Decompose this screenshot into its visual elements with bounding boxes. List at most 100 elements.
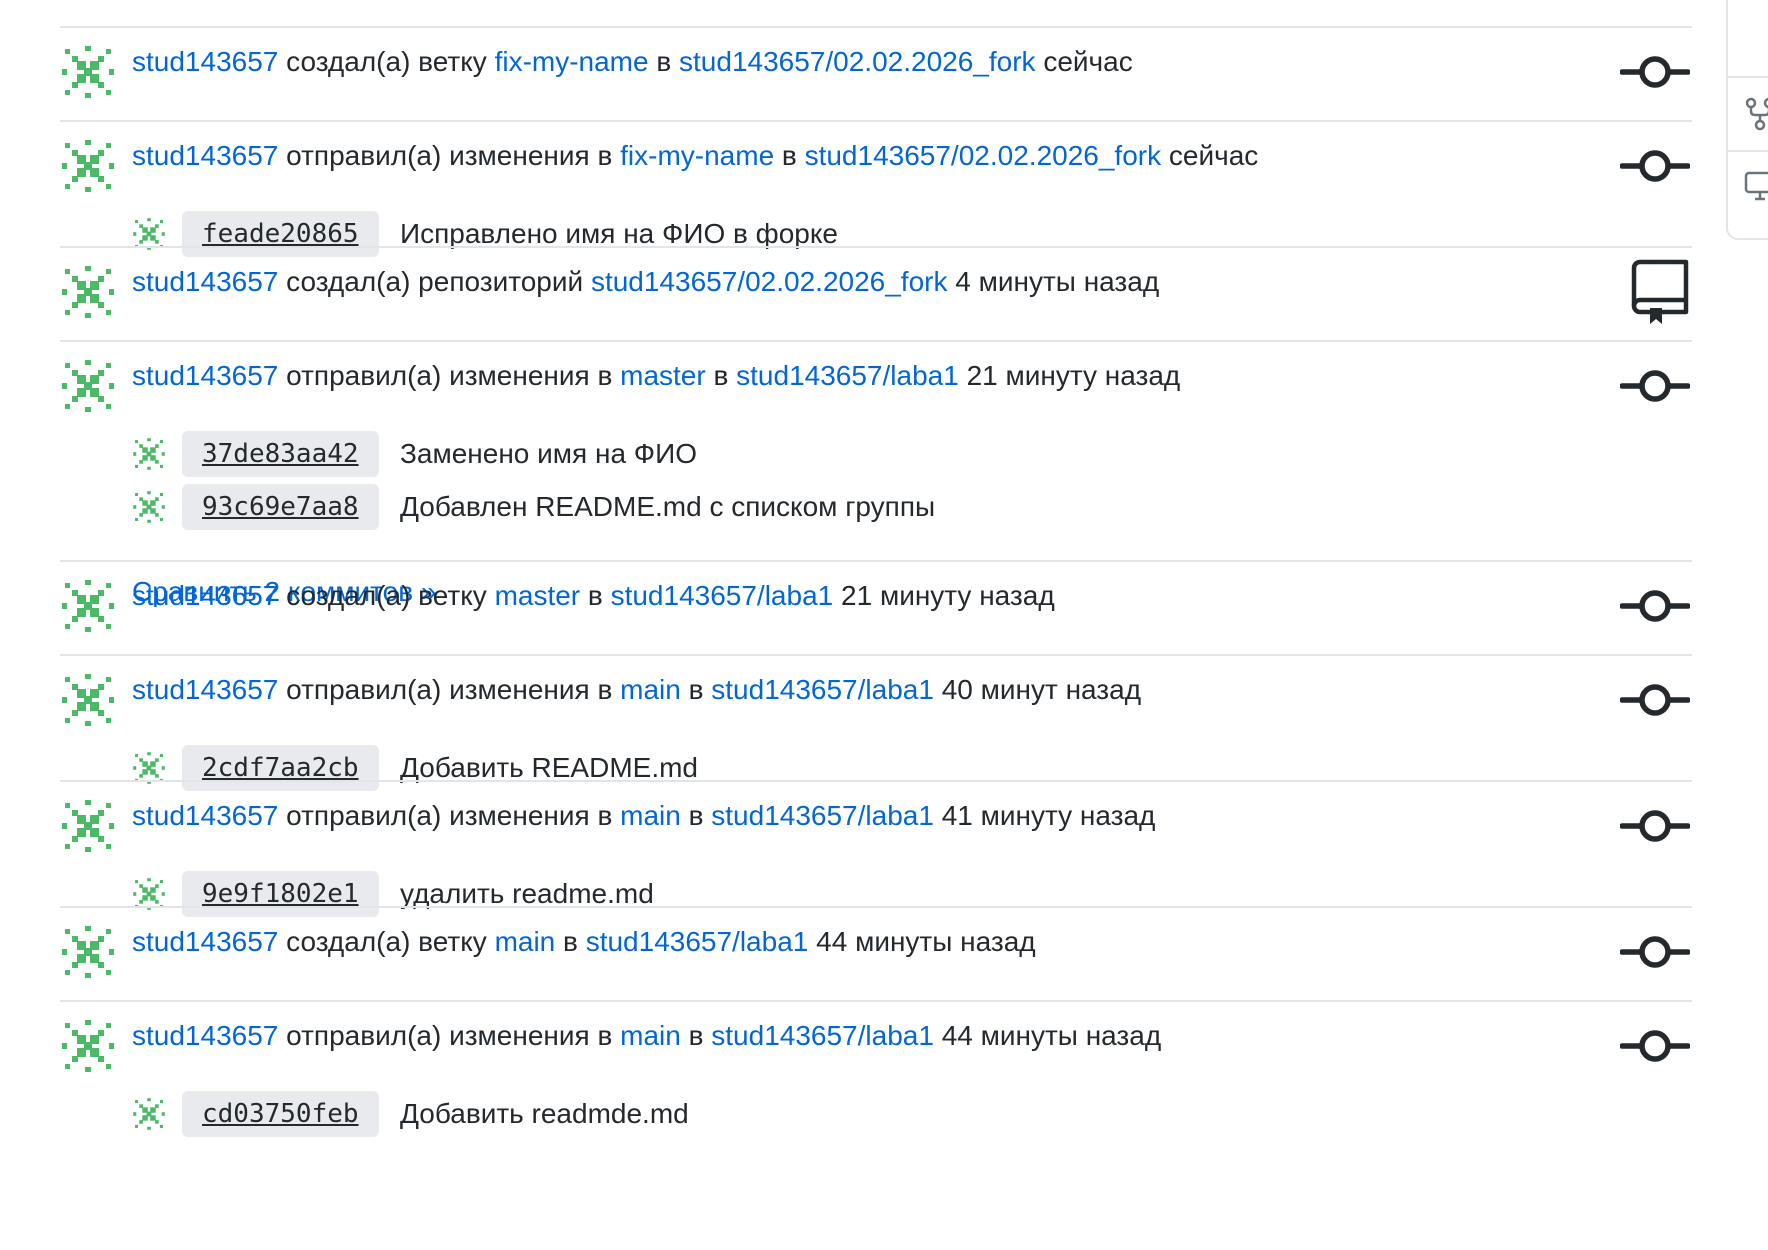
git-commit-icon <box>1620 1011 1690 1081</box>
user-link[interactable]: stud143657 <box>132 580 278 611</box>
user-avatar-icon[interactable] <box>60 264 116 320</box>
commit-message: Добавлен README.md с списком группы <box>400 491 936 522</box>
event-action: отправил(а) изменения в <box>286 360 613 391</box>
repo-link[interactable]: stud143657/02.02.2026_fork <box>679 46 1036 77</box>
event-action: создал(а) ветку <box>286 46 487 77</box>
event-action: отправил(а) изменения в <box>286 800 613 831</box>
event-action: отправил(а) изменения в <box>286 674 613 705</box>
connector-text: в <box>713 360 729 391</box>
commit-message: Заменено имя на ФИО <box>400 438 697 469</box>
user-avatar-icon[interactable] <box>60 44 116 100</box>
event-action: отправил(а) изменения в <box>286 1020 613 1051</box>
separator <box>60 1000 1692 1002</box>
repo-link[interactable]: stud143657/laba1 <box>586 926 809 957</box>
event-headline: stud143657 отправил(а) изменения в maste… <box>132 354 1180 398</box>
user-avatar-icon[interactable] <box>60 798 116 854</box>
git-commit-icon <box>1620 665 1690 735</box>
event-time: 40 минут назад <box>941 674 1142 705</box>
branch-link[interactable]: master <box>620 360 706 391</box>
user-avatar-icon[interactable] <box>60 138 116 194</box>
commit-sha-link[interactable]: 2cdf7aa2cb <box>182 745 379 791</box>
git-commit-icon <box>1620 571 1690 641</box>
connector-text: в <box>688 800 704 831</box>
event-headline: stud143657 создал(а) ветку fix-my-name в… <box>132 40 1133 84</box>
event-time: 4 минуты назад <box>955 266 1160 297</box>
commit-author-avatar-icon[interactable] <box>132 1097 166 1131</box>
branch-link[interactable]: fix-my-name <box>620 140 774 171</box>
event-time: 44 минуты назад <box>816 926 1036 957</box>
branch-link[interactable]: main <box>620 800 681 831</box>
event-action: создал(а) ветку <box>286 580 487 611</box>
event-time: сейчас <box>1168 140 1259 171</box>
separator <box>60 26 1692 28</box>
panel-divider <box>1728 150 1768 152</box>
commit-sha-link[interactable]: 37de83aa42 <box>182 431 379 477</box>
user-avatar-icon[interactable] <box>60 358 116 414</box>
event-action: отправил(а) изменения в <box>286 140 613 171</box>
repo-link[interactable]: stud143657/laba1 <box>611 580 834 611</box>
connector-text: в <box>688 674 704 705</box>
branch-link[interactable]: main <box>495 926 556 957</box>
repo-link[interactable]: stud143657/laba1 <box>736 360 959 391</box>
user-link[interactable]: stud143657 <box>132 674 278 705</box>
branch-link[interactable]: main <box>620 1020 681 1051</box>
commit-sha-link[interactable]: 9e9f1802e1 <box>182 871 379 917</box>
connector-text: в <box>688 1020 704 1051</box>
branch-link[interactable]: fix-my-name <box>495 46 649 77</box>
repo-icon <box>1631 259 1689 324</box>
repo-link[interactable]: stud143657/laba1 <box>711 1020 934 1051</box>
separator <box>60 560 1692 562</box>
git-commit-icon <box>1620 131 1690 201</box>
event-headline: stud143657 создал(а) ветку master в stud… <box>132 574 1055 618</box>
user-link[interactable]: stud143657 <box>132 140 278 171</box>
git-commit-icon <box>1620 37 1690 107</box>
git-commit-icon <box>1620 351 1690 421</box>
event-headline: stud143657 создал(а) ветку main в stud14… <box>132 920 1036 964</box>
separator <box>60 340 1692 342</box>
user-link[interactable]: stud143657 <box>132 266 278 297</box>
event-time: 44 минуты назад <box>941 1020 1162 1051</box>
panel-divider <box>1728 76 1768 78</box>
git-commit-icon <box>1620 791 1690 861</box>
separator <box>60 780 1692 782</box>
repo-link[interactable]: stud143657/laba1 <box>711 800 934 831</box>
commit-sha-link[interactable]: cd03750feb <box>182 1091 379 1137</box>
connector-text: в <box>656 46 672 77</box>
user-link[interactable]: stud143657 <box>132 1020 278 1051</box>
separator <box>60 906 1692 908</box>
connector-text: в <box>587 580 603 611</box>
event-headline: stud143657 создал(а) репозиторий stud143… <box>132 260 1159 304</box>
branch-link[interactable]: master <box>495 580 581 611</box>
commit-message: Добавить README.md <box>400 752 698 783</box>
commit-author-avatar-icon[interactable] <box>132 437 166 471</box>
commit-message: удалить readme.md <box>400 878 654 909</box>
activity-feed: stud143657 создал(а) ветку fix-my-name в… <box>0 0 1768 1250</box>
repo-link[interactable]: stud143657/02.02.2026_fork <box>591 266 948 297</box>
commit-author-avatar-icon[interactable] <box>132 490 166 524</box>
event-headline: stud143657 отправил(а) изменения в fix-m… <box>132 134 1258 178</box>
fork-icon[interactable] <box>1742 96 1768 132</box>
user-link[interactable]: stud143657 <box>132 360 278 391</box>
repo-link[interactable]: stud143657/laba1 <box>711 674 934 705</box>
event-headline: stud143657 отправил(а) изменения в main … <box>132 794 1155 838</box>
user-link[interactable]: stud143657 <box>132 800 278 831</box>
connector-text: в <box>781 140 797 171</box>
event-action: создал(а) ветку <box>286 926 487 957</box>
event-time: 41 минуту назад <box>941 800 1156 831</box>
user-avatar-icon[interactable] <box>60 672 116 728</box>
commit-message: Исправлено имя на ФИО в форке <box>400 218 838 249</box>
separator <box>60 120 1692 122</box>
desktop-icon[interactable] <box>1742 168 1768 204</box>
separator <box>60 246 1692 248</box>
repo-link[interactable]: stud143657/02.02.2026_fork <box>805 140 1162 171</box>
user-avatar-icon[interactable] <box>60 1018 116 1074</box>
user-link[interactable]: stud143657 <box>132 46 278 77</box>
branch-link[interactable]: main <box>620 674 681 705</box>
commit-sha-link[interactable]: feade20865 <box>182 211 379 257</box>
event-time: 21 минуту назад <box>966 360 1181 391</box>
event-action: создал(а) репозиторий <box>286 266 584 297</box>
user-avatar-icon[interactable] <box>60 924 116 980</box>
user-link[interactable]: stud143657 <box>132 926 278 957</box>
user-avatar-icon[interactable] <box>60 578 116 634</box>
commit-sha-link[interactable]: 93c69e7aa8 <box>182 484 379 530</box>
